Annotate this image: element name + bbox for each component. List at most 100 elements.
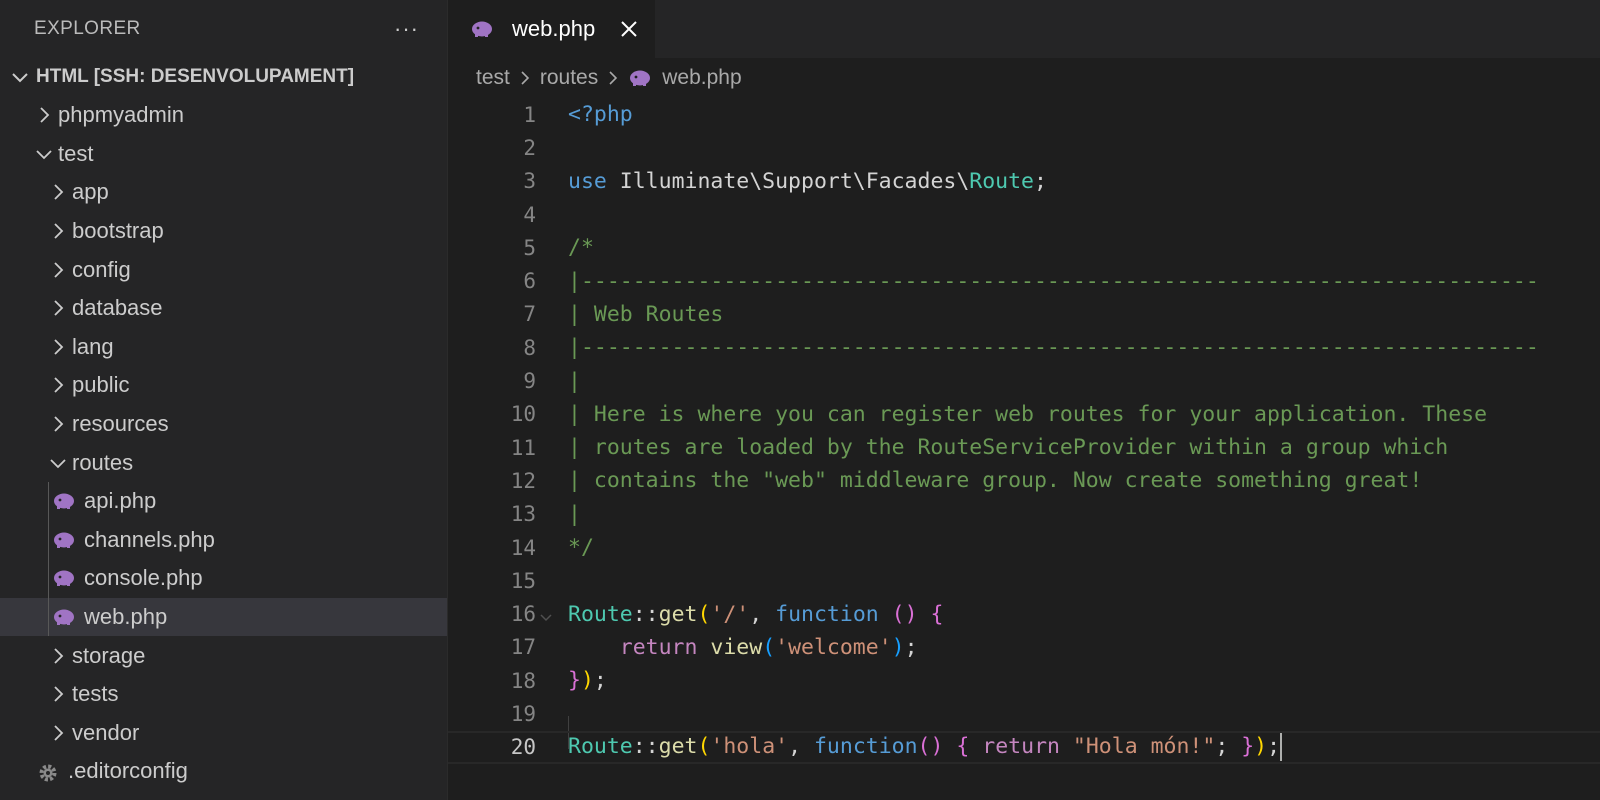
close-icon[interactable] [613,13,645,45]
tree-item-vendor[interactable]: vendor [0,714,447,753]
code-token: return [619,634,698,660]
chevron-right-icon [46,644,70,668]
tab-label: web.php [512,16,596,41]
code-line[interactable]: 2 [448,131,1600,164]
tree-item-routes[interactable]: routes [0,443,447,482]
line-text: | routes are loaded by the RouteServiceP… [568,435,1448,460]
code-line[interactable]: 13 | [448,498,1600,531]
code-token: | routes are loaded by the RouteServiceP… [568,435,1449,461]
code-token: "Hola món!" [1072,734,1216,760]
code-line[interactable]: 15 [448,564,1600,597]
tree-item-label: .editorconfig [68,758,188,784]
tree-item-resources[interactable]: resources [0,405,447,444]
tree-item-database[interactable]: database [0,289,447,328]
tree-item-bootstrap[interactable]: bootstrap [0,212,447,251]
code-line[interactable]: 1 <?php [448,98,1600,131]
code-editor[interactable]: 1 <?php 2 3 use Illuminate\Support\Facades\R… [448,98,1600,800]
tree-item-channels-php[interactable]: channels.php [0,520,447,560]
tree-item-label: web.php [84,604,168,630]
line-number: 2 [523,135,536,160]
tree-item-tests[interactable]: tests [0,675,447,714]
php-elephant-icon [470,19,494,39]
tree-item-api-php[interactable]: api.php [0,481,447,521]
tree-item-public[interactable]: public [0,366,447,405]
code-line[interactable]: 17 return view('welcome'); [448,631,1600,664]
code-token: | [568,368,581,394]
workspace-section-header[interactable]: HTML [SSH: DESENVOLUPAMENT] [0,58,447,96]
line-text: */ [568,535,594,560]
explorer-header: EXPLORER ··· [0,0,447,58]
code-token: 'hola' [710,734,789,760]
text-cursor [1280,733,1283,762]
tab-web-php[interactable]: web.php [448,0,656,58]
line-text: <?php [568,102,633,127]
tree-item-web-php[interactable]: web.php [0,597,447,637]
tree-item-editorconfig[interactable]: .editorconfig [0,752,447,791]
code-token: ; [1267,734,1281,760]
tree-item-label: vendor [72,719,140,745]
code-line[interactable]: 18}); [448,664,1600,697]
code-line[interactable]: 16 Route::get('/', function () { [448,598,1600,631]
code-line[interactable]: 12 | contains the "web" middleware group.… [448,464,1600,497]
line-number: 1 [523,102,536,127]
code-line[interactable]: 19 [448,697,1600,730]
line-number: 10 [510,402,536,427]
code-line[interactable]: 8 |--------------------------------------… [448,331,1600,364]
code-token: | [568,501,581,527]
code-line[interactable]: 6 |--------------------------------------… [448,265,1600,298]
code-token: | contains the "web" middleware group. N… [568,468,1423,494]
chevron-right-icon [32,103,56,127]
fold-chevron-icon[interactable] [538,606,554,631]
line-number: 6 [523,269,536,294]
code-token: ; [904,634,918,660]
code-line[interactable]: 11 | routes are loaded by the RouteServic… [448,431,1600,464]
code-token: ) [580,668,594,694]
chevron-right-icon [46,412,70,436]
code-token: Route [969,168,1035,194]
tree-item-label: tests [72,681,119,707]
line-number: 11 [510,435,536,460]
chevron-right-icon [46,682,70,706]
breadcrumb-item[interactable]: web.php [662,66,741,90]
tree-item-config[interactable]: config [0,250,447,289]
chevron-right-icon [46,335,70,359]
tree-item-label: channels.php [84,526,215,552]
chevron-right-icon [46,721,70,745]
explorer-title: EXPLORER [34,18,141,39]
code-line[interactable]: 4 [448,198,1600,231]
tree-item-storage[interactable]: storage [0,636,447,675]
breadcrumb-item[interactable]: routes [540,66,598,90]
chevron-down-icon [8,65,32,89]
code-line[interactable]: 7 | Web Routes [448,298,1600,331]
tree-item-test[interactable]: test [0,135,447,174]
code-token: { [930,601,944,627]
code-line[interactable]: 10 | Here is where you can register web r… [448,398,1600,431]
code-token: :: [632,601,659,627]
code-token: return [982,734,1060,760]
code-token: :: [632,734,659,760]
code-line[interactable]: 3 use Illuminate\Support\Facades\Route; [448,165,1600,198]
tree-item-app[interactable]: app [0,173,447,212]
tab-bar: web.php [448,0,1600,58]
code-token: <?php [568,102,633,128]
tree-item-label: resources [72,411,169,437]
chevron-down-icon [32,142,56,166]
code-line[interactable]: 5 /* [448,231,1600,264]
code-line[interactable]: 20 Route::get('hola', function() { return… [448,731,1600,764]
more-actions-button[interactable]: ··· [394,18,419,40]
tree-item-console-php[interactable]: console.php [0,559,447,598]
code-line[interactable]: 9 | [448,364,1600,397]
chevron-down-icon [46,451,70,475]
code-token: ) [1254,734,1268,760]
tree-indent-guide [48,597,49,637]
tree-item-phpmyadmin[interactable]: phpmyadmin [0,96,447,135]
breadcrumb-item[interactable]: test [476,66,510,90]
tree-item-label: routes [72,449,134,475]
line-text: }); [568,668,607,693]
tree-item-lang[interactable]: lang [0,328,447,367]
code-line[interactable]: 14 */ [448,531,1600,564]
